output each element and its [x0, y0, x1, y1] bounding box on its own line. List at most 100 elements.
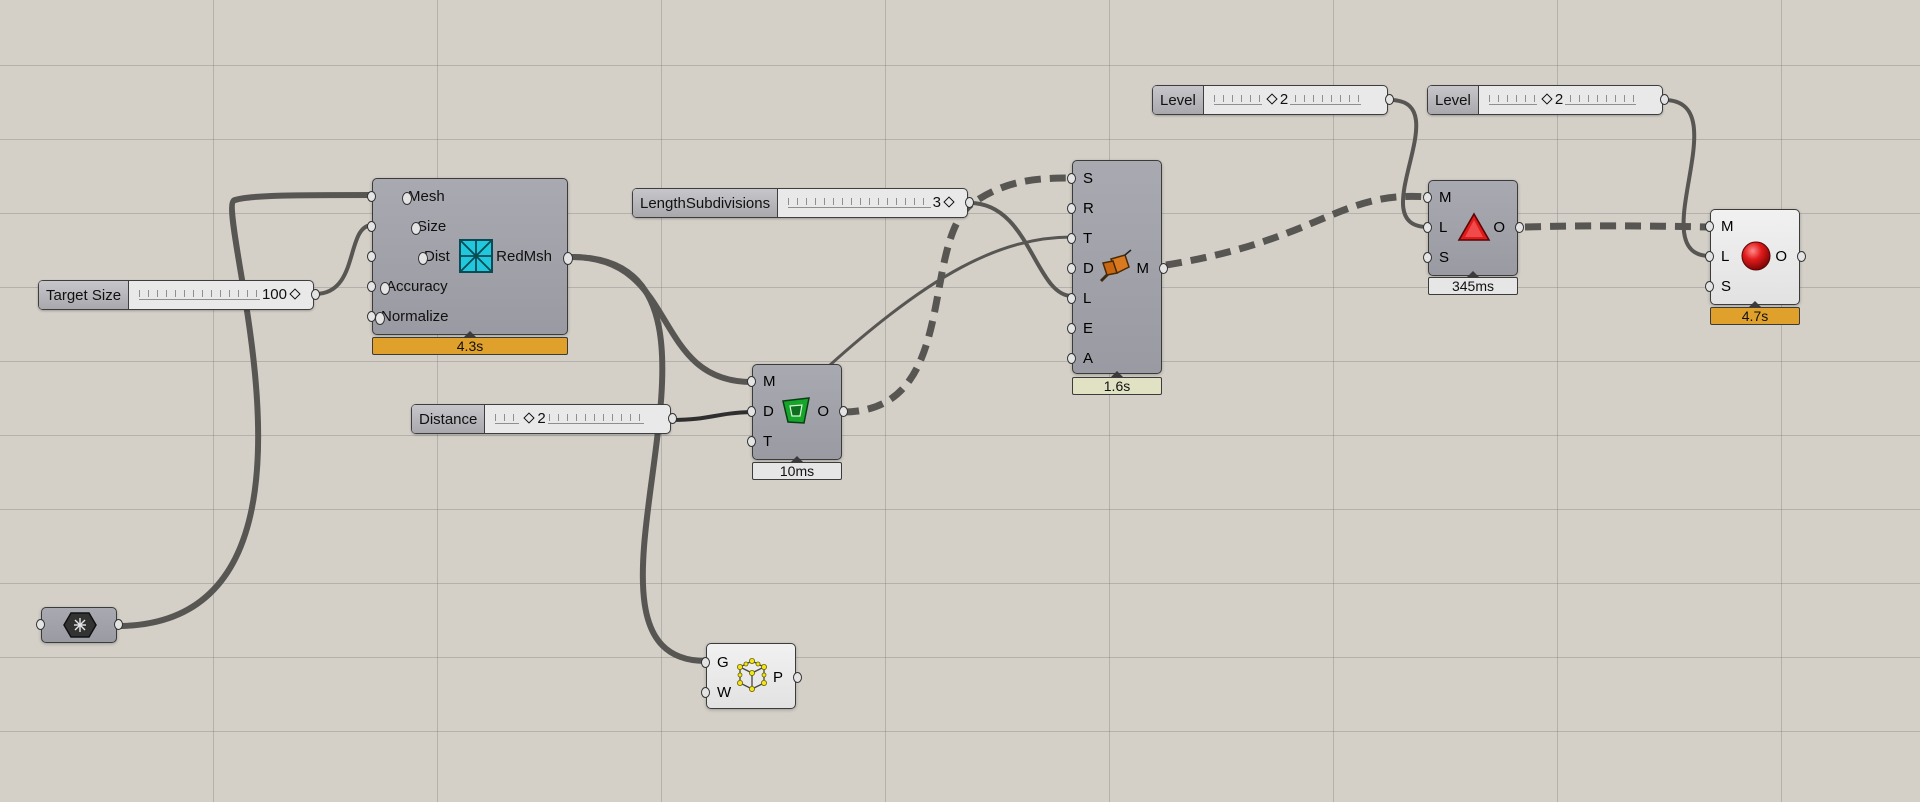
- slider-value-wrap: 100: [259, 286, 305, 303]
- input-size[interactable]: Size: [410, 218, 446, 235]
- slider-track[interactable]: 3: [778, 189, 967, 217]
- slider-track[interactable]: 100: [129, 281, 313, 309]
- input-w[interactable]: W: [717, 684, 731, 701]
- preview-component[interactable]: G W P: [701, 643, 802, 709]
- level-slider-2[interactable]: Level 2: [1427, 85, 1669, 115]
- port-m[interactable]: [1705, 221, 1714, 232]
- input-dist[interactable]: Dist: [418, 248, 450, 265]
- reduce-mesh-component[interactable]: Mesh Size Dist Accuracy Normalize RedMsh: [367, 178, 573, 335]
- output-port[interactable]: [668, 413, 677, 424]
- input-m[interactable]: M: [763, 373, 776, 390]
- port-size[interactable]: [367, 221, 376, 232]
- offset-mesh-component[interactable]: M D T O: [747, 364, 848, 460]
- distance-slider[interactable]: Distance 2: [411, 404, 677, 434]
- level-slider-1[interactable]: Level 2: [1152, 85, 1394, 115]
- wireframe-preview-icon: [737, 658, 767, 692]
- slider-grip-icon[interactable]: [523, 412, 536, 424]
- subdivide-component-2[interactable]: M L S O: [1705, 209, 1806, 305]
- port-g[interactable]: [701, 657, 710, 668]
- port-dist[interactable]: [367, 251, 376, 262]
- port-w[interactable]: [701, 687, 710, 698]
- port-s[interactable]: [1423, 252, 1432, 263]
- slider-track[interactable]: 2: [1204, 86, 1387, 114]
- input-s[interactable]: S: [1721, 278, 1731, 295]
- input-port[interactable]: [36, 619, 45, 630]
- input-a[interactable]: A: [1083, 350, 1093, 367]
- slider-value: 2: [537, 410, 546, 427]
- output-m[interactable]: M: [1137, 260, 1150, 277]
- output-port[interactable]: [114, 619, 123, 630]
- input-e[interactable]: E: [1083, 320, 1093, 337]
- slider-track[interactable]: 2: [1479, 86, 1662, 114]
- slider-label: Level: [1428, 86, 1479, 114]
- port-o[interactable]: [839, 406, 848, 417]
- port-l[interactable]: [1423, 222, 1432, 233]
- slider-grip-icon[interactable]: [1541, 93, 1553, 105]
- output-port[interactable]: [311, 289, 320, 300]
- input-l[interactable]: L: [1439, 219, 1447, 236]
- port-t[interactable]: [747, 436, 756, 447]
- slider-value-wrap: 3: [930, 194, 959, 211]
- subdivide-component-1[interactable]: M L S O: [1423, 180, 1524, 276]
- input-s[interactable]: S: [1083, 170, 1093, 187]
- input-l[interactable]: L: [1083, 290, 1091, 307]
- input-label: Accuracy: [386, 278, 448, 295]
- input-d[interactable]: D: [763, 403, 774, 420]
- port-l[interactable]: [1705, 251, 1714, 262]
- output-redmsh[interactable]: RedMsh: [496, 248, 573, 265]
- port-r[interactable]: [1067, 203, 1076, 214]
- reduce-mesh-timer: 4.3s: [372, 331, 568, 355]
- input-m[interactable]: M: [1721, 218, 1734, 235]
- grasshopper-canvas[interactable]: Target Size 100 LengthSubdivisions 3 Dis…: [0, 0, 1920, 802]
- port-t[interactable]: [1067, 233, 1076, 244]
- port-d[interactable]: [1067, 263, 1076, 274]
- slider-grip-icon[interactable]: [289, 288, 301, 300]
- port-mesh[interactable]: [367, 191, 376, 202]
- input-mesh[interactable]: Mesh: [402, 188, 445, 205]
- input-t[interactable]: T: [763, 433, 772, 450]
- port-d[interactable]: [747, 406, 756, 417]
- output-port[interactable]: [965, 197, 974, 208]
- port-p[interactable]: [793, 672, 802, 683]
- output-label: RedMsh: [496, 248, 552, 265]
- port-e[interactable]: [1067, 323, 1076, 334]
- length-subdivisions-slider[interactable]: LengthSubdivisions 3: [632, 188, 974, 218]
- output-o[interactable]: O: [817, 403, 829, 420]
- input-label: Normalize: [381, 308, 449, 325]
- port-m[interactable]: [1423, 192, 1432, 203]
- input-s[interactable]: S: [1439, 249, 1449, 266]
- target-size-slider[interactable]: Target Size 100: [38, 280, 320, 310]
- output-port[interactable]: [1385, 94, 1394, 105]
- port-m[interactable]: [747, 376, 756, 387]
- port-normalize[interactable]: [367, 311, 376, 322]
- output-port[interactable]: [1660, 94, 1669, 105]
- input-m[interactable]: M: [1439, 189, 1452, 206]
- port-a[interactable]: [1067, 353, 1076, 364]
- mesh-builder-component[interactable]: S R T D L E A M: [1067, 160, 1168, 374]
- mesh-param[interactable]: [36, 607, 123, 643]
- port-o[interactable]: [1515, 222, 1524, 233]
- input-r[interactable]: R: [1083, 200, 1094, 217]
- wire-level2-to-sub2-l: [1662, 98, 1712, 258]
- input-d[interactable]: D: [1083, 260, 1094, 277]
- port-s[interactable]: [1705, 281, 1714, 292]
- wires-layer: [114, 98, 1712, 664]
- input-accuracy[interactable]: Accuracy: [380, 278, 448, 295]
- port-accuracy[interactable]: [367, 281, 376, 292]
- slider-value-wrap: 2: [1536, 91, 1566, 108]
- output-o[interactable]: O: [1775, 248, 1787, 265]
- slider-grip-icon[interactable]: [943, 196, 955, 208]
- port-l[interactable]: [1067, 293, 1076, 304]
- slider-grip-icon[interactable]: [1266, 93, 1278, 105]
- port-s[interactable]: [1067, 173, 1076, 184]
- input-l[interactable]: L: [1721, 248, 1729, 265]
- output-o[interactable]: O: [1493, 219, 1505, 236]
- input-g[interactable]: G: [717, 654, 729, 671]
- input-label: Mesh: [408, 188, 445, 205]
- output-p[interactable]: P: [773, 669, 783, 686]
- input-t[interactable]: T: [1083, 230, 1092, 247]
- port-o[interactable]: [1797, 251, 1806, 262]
- port-m[interactable]: [1159, 263, 1168, 274]
- input-normalize[interactable]: Normalize: [375, 308, 449, 325]
- slider-track[interactable]: 2: [485, 405, 670, 433]
